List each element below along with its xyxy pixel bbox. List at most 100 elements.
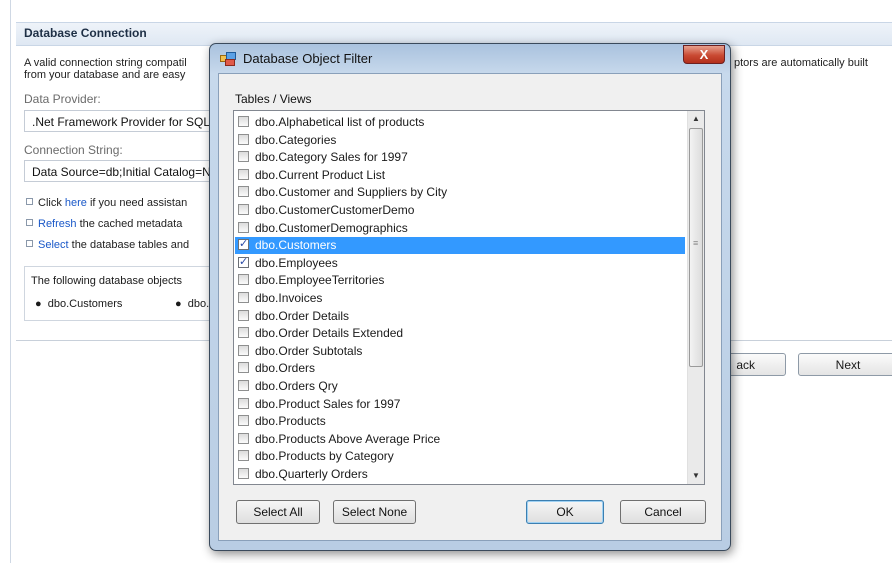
checklist-item[interactable]: dbo.Order Details	[235, 308, 685, 325]
checklist-item-label: dbo.Product Sales for 1997	[255, 396, 401, 411]
checklist-item-label: dbo.Products	[255, 414, 326, 429]
checklist-item-label: dbo.EmployeeTerritories	[255, 273, 385, 288]
bullet-square-icon	[26, 219, 33, 226]
vertical-scrollbar[interactable]: ▲ ≡ ▼	[687, 111, 704, 484]
checklist-item[interactable]: dbo.Orders Qry	[235, 378, 685, 395]
select-link[interactable]: Select	[38, 239, 69, 251]
next-button[interactable]: Next	[798, 353, 892, 376]
checklist-item-label: dbo.Orders Qry	[255, 379, 338, 393]
hint-refresh: Refresh the cached metadata	[26, 218, 182, 230]
tables-views-checklist[interactable]: dbo.Alphabetical list of products dbo.Cat…	[233, 110, 705, 485]
checklist-item-label: dbo.Products by Category	[255, 449, 394, 464]
checklist-item-label: dbo.Customer and Suppliers by City	[255, 185, 448, 200]
selected-object-item: ● dbo.Customers	[35, 298, 123, 310]
checkbox[interactable]	[238, 116, 249, 127]
checkbox[interactable]	[238, 327, 249, 339]
checklist-item[interactable]: dbo.Quarterly Orders	[235, 466, 685, 483]
checklist-item-label: dbo.Products Above Average Price	[255, 431, 441, 446]
checklist-item-label: dbo.Current Product List	[255, 167, 386, 182]
checklist-item[interactable]: dbo.Orders	[235, 360, 685, 377]
checkbox[interactable]	[238, 254, 249, 271]
checkbox[interactable]	[238, 309, 249, 321]
checklist-item-label: dbo.Quarterly Orders	[255, 467, 368, 481]
scroll-down-arrow-icon[interactable]: ▼	[688, 468, 704, 484]
help-link[interactable]: here	[65, 197, 87, 209]
checkbox[interactable]	[238, 450, 249, 462]
checklist-item-label: dbo.Orders	[255, 361, 316, 376]
checklist-item[interactable]: dbo.Products by Category	[235, 448, 685, 465]
checklist-item[interactable]: dbo.CustomerDemographics	[235, 220, 685, 237]
checklist-item-label: dbo.CustomerCustomerDemo	[255, 203, 415, 217]
checklist-item[interactable]: dbo.Customers	[235, 236, 685, 255]
close-button[interactable]: X	[683, 45, 725, 64]
selected-objects-text: The following database objects	[31, 275, 183, 287]
select-none-button[interactable]: Select None	[333, 500, 416, 524]
checkbox[interactable]	[238, 292, 249, 303]
connection-string-input[interactable]: Data Source=db;Initial Catalog=Northwind	[24, 160, 212, 182]
description-line-1: A valid connection string compatil	[24, 57, 187, 69]
ok-button[interactable]: OK	[526, 500, 604, 524]
checklist-item[interactable]: dbo.Order Subtotals	[235, 343, 685, 360]
checklist-item[interactable]: dbo.Current Product List	[235, 167, 685, 184]
checklist-item-label: dbo.Order Details Extended	[255, 326, 404, 341]
checklist-item[interactable]: dbo.CustomerCustomerDemo	[235, 202, 685, 219]
section-title: Database Connection	[24, 26, 147, 40]
connection-string-label: Connection String:	[24, 143, 123, 157]
scrollbar-thumb[interactable]: ≡	[689, 128, 703, 367]
cancel-button[interactable]: Cancel	[620, 500, 706, 524]
description-text-right: ptors are automatically built	[734, 57, 868, 69]
hint-select: Select the database tables and	[26, 239, 189, 251]
checklist-item-label: dbo.Alphabetical list of products	[255, 115, 425, 129]
data-provider-label: Data Provider:	[24, 92, 101, 106]
checkbox[interactable]	[238, 274, 249, 286]
checkbox[interactable]	[238, 186, 249, 198]
checkbox[interactable]	[238, 151, 249, 163]
checkbox[interactable]	[238, 344, 249, 356]
checkbox[interactable]	[238, 204, 249, 215]
checkbox[interactable]	[238, 236, 249, 253]
checklist-item-label: dbo.CustomerDemographics	[255, 220, 408, 235]
checklist-item-label: dbo.Categories	[255, 132, 337, 147]
checkbox[interactable]	[238, 221, 249, 233]
checklist-item-label: dbo.Order Details	[255, 308, 350, 323]
checklist-item[interactable]: dbo.Categories	[235, 132, 685, 149]
refresh-link[interactable]: Refresh	[38, 218, 77, 230]
checklist-item[interactable]: dbo.Employees	[235, 254, 685, 272]
selected-objects-panel: The following database objects ● dbo.Cus…	[24, 266, 264, 321]
hint-help: Click here if you need assistan	[26, 197, 187, 209]
checkbox[interactable]	[238, 380, 249, 391]
description-line-2: from your database and are easy	[24, 69, 186, 81]
checklist-item[interactable]: dbo.Products Above Average Price	[235, 431, 685, 448]
bullet-square-icon	[26, 240, 33, 247]
checklist-item-label: dbo.Employees	[255, 255, 338, 270]
checklist-item[interactable]: dbo.Customer and Suppliers by City	[235, 184, 685, 201]
checklist-item[interactable]: dbo.EmployeeTerritories	[235, 272, 685, 289]
checklist-item-label: dbo.Order Subtotals	[255, 343, 363, 358]
data-provider-select[interactable]: .Net Framework Provider for SQL Server	[24, 110, 212, 132]
checklist-item[interactable]: dbo.Invoices	[235, 290, 685, 307]
dialog-title: Database Object Filter	[243, 51, 373, 66]
checkbox[interactable]	[238, 397, 249, 409]
checklist-item-label: dbo.Category Sales for 1997	[255, 150, 408, 165]
scroll-up-arrow-icon[interactable]: ▲	[688, 111, 704, 127]
checkbox[interactable]	[238, 415, 249, 427]
checklist-item[interactable]: dbo.Category Sales for 1997	[235, 149, 685, 166]
bullet-square-icon	[26, 198, 33, 205]
checkbox[interactable]	[238, 432, 249, 444]
grip-icon: ≡	[693, 238, 699, 248]
checklist-item[interactable]: dbo.Order Details Extended	[235, 325, 685, 342]
checklist-item[interactable]: dbo.Product Sales for 1997	[235, 396, 685, 413]
window-filter-icon	[220, 52, 236, 66]
checklist-item-label: dbo.Invoices	[255, 291, 323, 305]
checkbox[interactable]	[238, 362, 249, 374]
tables-views-label: Tables / Views	[235, 92, 312, 106]
checkbox[interactable]	[238, 168, 249, 180]
checkbox[interactable]	[238, 133, 249, 145]
checklist-item-label: dbo.Customers	[255, 238, 337, 253]
checkbox[interactable]	[238, 468, 249, 479]
close-icon: X	[699, 47, 709, 62]
checklist-item[interactable]: dbo.Alphabetical list of products	[235, 114, 685, 131]
select-all-button[interactable]: Select All	[236, 500, 320, 524]
description-text: A valid connection string compatil from …	[24, 57, 214, 81]
checklist-item[interactable]: dbo.Products	[235, 413, 685, 430]
